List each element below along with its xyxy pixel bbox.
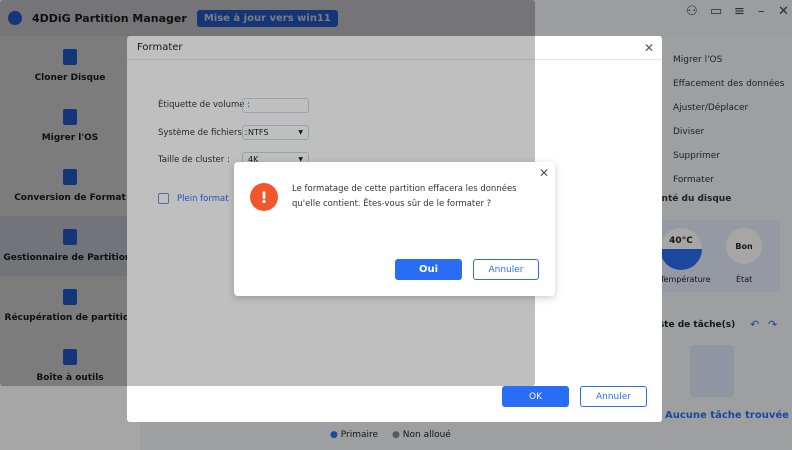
- confirm-dialog: ✕ ! Le formatage de cette partition effa…: [234, 162, 555, 296]
- cancel-button[interactable]: Annuler: [580, 386, 647, 407]
- ok-button[interactable]: OK: [502, 386, 569, 407]
- close-icon[interactable]: ✕: [539, 166, 549, 180]
- close-icon[interactable]: ✕: [644, 41, 654, 55]
- cancel-button[interactable]: Annuler: [473, 259, 539, 280]
- confirm-message: Le formatage de cette partition effacera…: [292, 184, 517, 209]
- yes-button[interactable]: Oui: [395, 259, 462, 280]
- warning-icon: !: [250, 183, 278, 211]
